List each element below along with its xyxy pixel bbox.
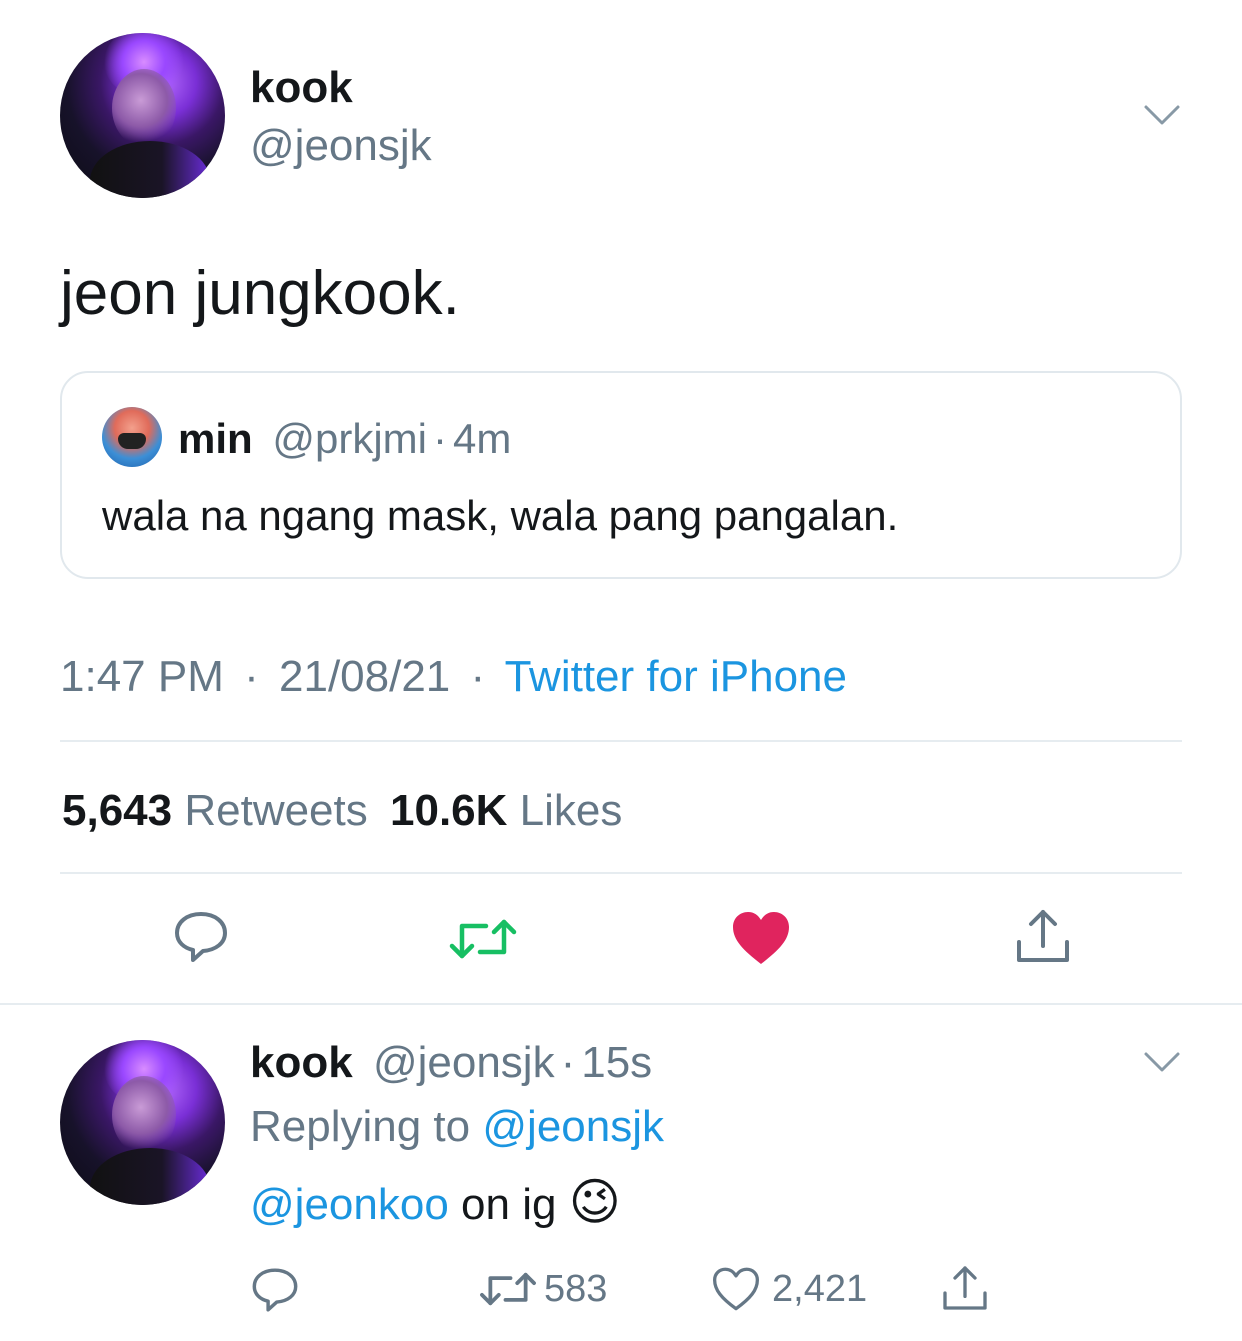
quoted-tweet-header: min @prkjmi · 4m	[178, 414, 511, 464]
author-handle[interactable]: @jeonsjk	[250, 120, 432, 172]
retweet-icon[interactable]	[448, 914, 518, 964]
divider	[60, 872, 1182, 874]
reply-text: @jeonkoo on ig 😉	[250, 1174, 621, 1233]
reply-icon[interactable]	[172, 908, 230, 966]
like-count: 10.6K	[390, 786, 508, 835]
reply-mention[interactable]: @jeonkoo	[250, 1180, 449, 1229]
author-avatar[interactable]	[60, 33, 225, 198]
chevron-down-icon[interactable]	[1142, 1050, 1182, 1076]
tweet-stats: 5,643 Retweets 10.6K Likes	[62, 784, 622, 838]
quoted-display-name: min	[178, 415, 253, 462]
author-display-name[interactable]: kook	[250, 62, 353, 114]
wink-emoji: 😉	[568, 1174, 621, 1230]
meta-separator: ·	[244, 652, 259, 701]
quoted-tweet-text: wala na ngang mask, wala pang pangalan.	[102, 492, 899, 539]
heart-icon[interactable]	[731, 910, 791, 966]
quoted-author-avatar	[102, 407, 162, 467]
divider	[60, 740, 1182, 742]
tweet-text: jeon jungkook.	[60, 259, 460, 328]
heart-icon	[713, 1267, 759, 1311]
retweet-icon	[480, 1272, 536, 1306]
divider	[0, 1003, 1242, 1005]
quoted-tweet-card[interactable]	[60, 371, 1182, 579]
reply-handle[interactable]: @jeonsjk	[373, 1038, 555, 1087]
reply-header: kook @jeonsjk · 15s	[250, 1036, 652, 1090]
replying-to-prefix: Replying to	[250, 1102, 471, 1151]
tweet-date: 21/08/21	[279, 652, 451, 701]
quoted-handle: @prkjmi	[272, 415, 427, 462]
meta-separator: ·	[470, 652, 486, 701]
chevron-down-icon[interactable]	[1142, 103, 1182, 129]
quoted-age: 4m	[452, 415, 512, 462]
retweet-count: 5,643	[62, 786, 173, 835]
tweet-source-link[interactable]: Twitter for iPhone	[505, 652, 847, 701]
tweet-meta: 1:47 PM · 21/08/21 · Twitter for iPhone	[60, 650, 847, 704]
retweets-stat[interactable]: 5,643 Retweets	[62, 786, 380, 835]
tweet-time: 1:47 PM	[60, 652, 224, 701]
reply-like-action[interactable]: 2,421	[710, 1266, 867, 1312]
replying-to-handle[interactable]: @jeonsjk	[482, 1102, 664, 1151]
reply-retweet-count: 583	[544, 1267, 608, 1310]
likes-stat[interactable]: 10.6K Likes	[390, 786, 622, 835]
share-icon[interactable]	[1013, 906, 1073, 966]
reply-body: on ig	[461, 1180, 557, 1229]
reply-retweet-action[interactable]: 583	[478, 1266, 607, 1312]
replying-to: Replying to @jeonsjk	[250, 1100, 664, 1154]
reply-separator: ·	[560, 1038, 576, 1087]
likes-label: Likes	[519, 786, 623, 835]
reply-like-count: 2,421	[772, 1267, 868, 1310]
share-icon[interactable]	[940, 1263, 990, 1313]
reply-author-avatar[interactable]	[60, 1040, 225, 1205]
reply-display-name[interactable]: kook	[250, 1038, 353, 1087]
quoted-separator: ·	[432, 415, 447, 462]
reply-age: 15s	[581, 1038, 653, 1087]
reply-icon[interactable]	[250, 1265, 300, 1315]
retweets-label: Retweets	[184, 786, 368, 835]
